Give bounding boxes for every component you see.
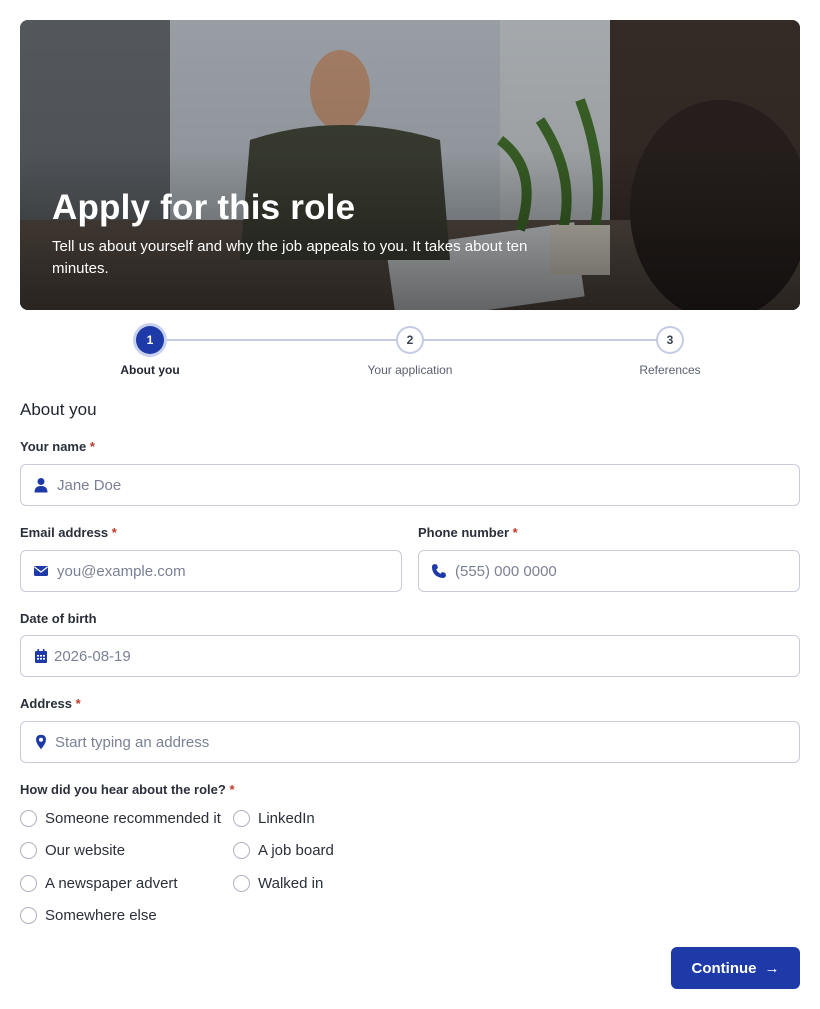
- step-label: About you: [120, 363, 180, 377]
- radio-walked-in[interactable]: Walked in: [233, 872, 323, 894]
- required-mark: *: [111, 525, 117, 540]
- section-title: About you: [20, 400, 97, 419]
- radio-circle[interactable]: [20, 841, 37, 859]
- step-number: 2: [396, 326, 424, 354]
- arrow-right-icon: →: [764, 959, 780, 977]
- required-mark: *: [512, 525, 518, 540]
- email-input[interactable]: [57, 551, 391, 591]
- address-label-text: Address: [20, 696, 73, 711]
- continue-label: Continue: [691, 959, 757, 977]
- radio-label: Somewhere else: [45, 906, 157, 924]
- envelope-icon: [34, 566, 48, 576]
- email-field: [20, 550, 402, 592]
- phone-field: [418, 550, 800, 592]
- step-number: 3: [656, 326, 684, 354]
- dob-input[interactable]: [54, 636, 786, 676]
- radio-circle[interactable]: [233, 809, 250, 827]
- step-label: Your application: [367, 363, 453, 377]
- heard-label-text: How did you hear about the role?: [20, 782, 226, 797]
- dob-label: Date of birth: [20, 611, 97, 626]
- radio-someone-recommended[interactable]: Someone recommended it: [20, 807, 221, 829]
- continue-button[interactable]: Continue →: [671, 947, 800, 989]
- address-field: [20, 721, 800, 763]
- page-subtitle: Tell us about yourself and why the job a…: [52, 238, 528, 277]
- required-mark: *: [89, 439, 95, 454]
- radio-label: A job board: [258, 841, 334, 859]
- dob-label-text: Date of birth: [20, 611, 97, 626]
- required-mark: *: [75, 696, 81, 711]
- phone-icon: [431, 564, 446, 579]
- phone-label: Phone number *: [418, 525, 518, 540]
- step-references[interactable]: 3 References: [595, 322, 745, 377]
- name-label-text: Your name: [20, 439, 87, 454]
- map-pin-icon: [36, 734, 46, 750]
- email-label-text: Email address: [20, 525, 109, 540]
- email-label: Email address *: [20, 525, 117, 540]
- radio-circle[interactable]: [233, 874, 250, 892]
- hero-banner: Apply for this role Tell us about yourse…: [20, 20, 800, 310]
- radio-our-website[interactable]: Our website: [20, 839, 125, 861]
- page-title: Apply for this role: [52, 188, 356, 227]
- progress-stepper: 1 About you 2 Your application 3 Referen…: [20, 322, 800, 382]
- heard-label: How did you hear about the role? *: [20, 782, 235, 797]
- phone-input[interactable]: [455, 551, 789, 591]
- calendar-icon: [35, 649, 47, 663]
- radio-circle[interactable]: [20, 906, 37, 924]
- dob-field: [20, 635, 800, 677]
- radio-label: A newspaper advert: [45, 874, 178, 892]
- name-label: Your name *: [20, 439, 95, 454]
- user-icon: [34, 478, 48, 493]
- name-field: [20, 464, 800, 506]
- step-number: 1: [136, 326, 164, 354]
- radio-somewhere-else[interactable]: Somewhere else: [20, 904, 157, 926]
- radio-newspaper-advert[interactable]: A newspaper advert: [20, 872, 178, 894]
- step-label: References: [639, 363, 701, 377]
- step-your-application[interactable]: 2 Your application: [335, 322, 485, 377]
- radio-label: LinkedIn: [258, 809, 315, 827]
- step-about-you[interactable]: 1 About you: [75, 322, 225, 377]
- name-input[interactable]: [57, 465, 789, 505]
- radio-label: Walked in: [258, 874, 324, 892]
- radio-circle[interactable]: [20, 874, 37, 892]
- address-label: Address *: [20, 696, 81, 711]
- radio-circle[interactable]: [20, 809, 37, 827]
- required-mark: *: [229, 782, 235, 797]
- phone-label-text: Phone number: [418, 525, 510, 540]
- radio-label: Our website: [45, 841, 126, 859]
- radio-linkedin[interactable]: LinkedIn: [233, 807, 315, 829]
- address-input[interactable]: [55, 722, 787, 762]
- radio-job-board[interactable]: A job board: [233, 839, 334, 861]
- radio-label: Someone recommended it: [45, 809, 221, 827]
- radio-circle[interactable]: [233, 841, 250, 859]
